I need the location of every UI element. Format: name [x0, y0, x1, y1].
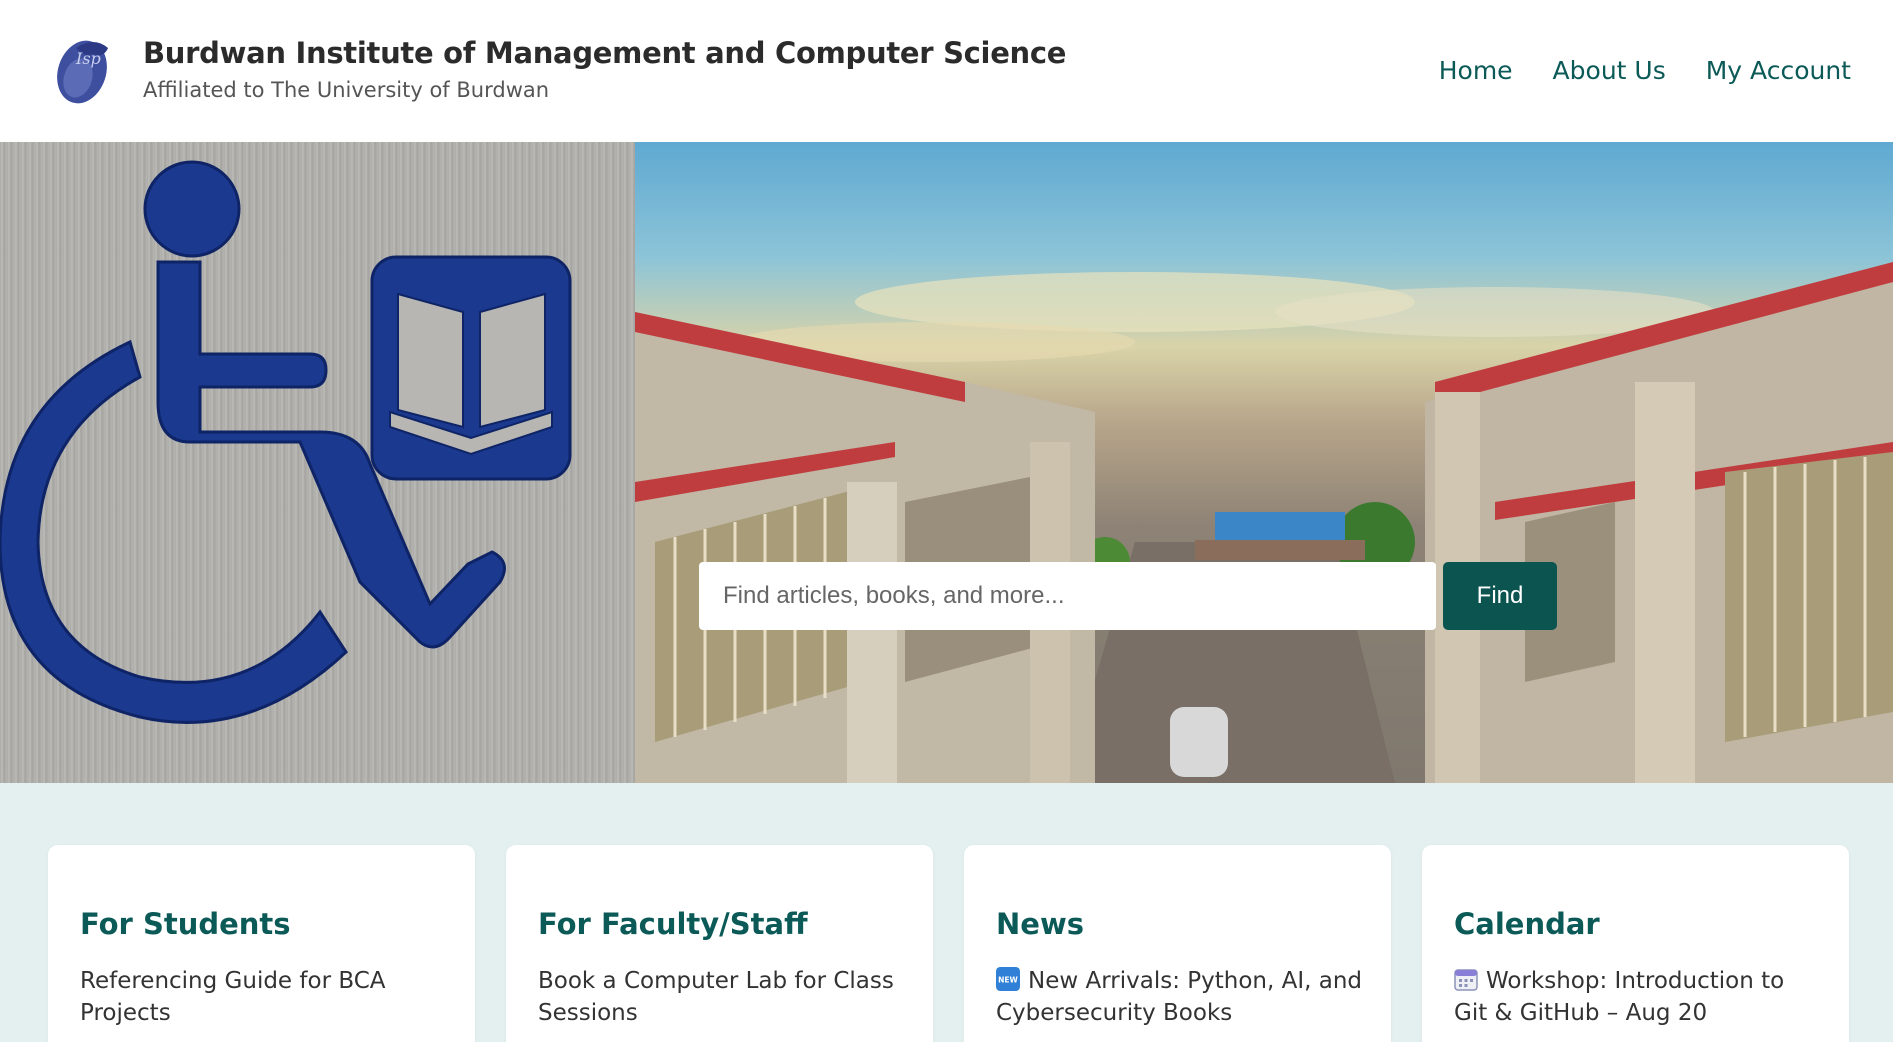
- site-header: Isp Burdwan Institute of Management and …: [0, 0, 1893, 142]
- card-for-students: For Students Referencing Guide for BCA P…: [48, 845, 475, 1042]
- new-badge-icon: NEW: [996, 967, 1020, 991]
- accessibility-panel: [0, 142, 635, 783]
- nav-about-us[interactable]: About Us: [1553, 56, 1666, 85]
- card-for-faculty-staff: For Faculty/Staff Book a Computer Lab fo…: [506, 845, 933, 1042]
- svg-text:NEW: NEW: [998, 976, 1018, 985]
- institute-name: Burdwan Institute of Management and Comp…: [143, 36, 1067, 70]
- card-link[interactable]: Book a Computer Lab for Class Sessions: [538, 965, 908, 1029]
- main-nav: Home About Us My Account: [1439, 56, 1851, 85]
- campus-scene: [635, 262, 1893, 783]
- card-calendar: Calendar Workshop: Introduction to Git &…: [1422, 845, 1849, 1042]
- nav-my-account[interactable]: My Account: [1706, 56, 1851, 85]
- hero-banner: Find: [0, 142, 1893, 783]
- search-input[interactable]: [699, 562, 1436, 630]
- svg-text:Isp: Isp: [75, 49, 101, 68]
- card-title: For Faculty/Staff: [538, 907, 808, 941]
- card-title: Calendar: [1454, 907, 1600, 941]
- quick-links-section: For Students Referencing Guide for BCA P…: [0, 783, 1893, 1042]
- affiliation-text: Affiliated to The University of Burdwan: [143, 78, 550, 102]
- card-link-text[interactable]: Book a Computer Lab for Class Sessions: [538, 968, 894, 1026]
- card-link-text[interactable]: New Arrivals: Python, AI, and Cybersecur…: [996, 968, 1362, 1026]
- search-box: [699, 562, 1436, 630]
- card-news: News NEW New Arrivals: Python, AI, and Cy…: [964, 845, 1391, 1042]
- card-link[interactable]: NEW New Arrivals: Python, AI, and Cyberse…: [996, 965, 1366, 1029]
- card-title: News: [996, 907, 1084, 941]
- find-button[interactable]: Find: [1443, 562, 1557, 630]
- card-link-text[interactable]: Referencing Guide for BCA Projects: [80, 968, 386, 1026]
- nav-home[interactable]: Home: [1439, 56, 1513, 85]
- card-link-text[interactable]: Workshop: Introduction to Git & GitHub –…: [1454, 968, 1784, 1026]
- campus-photo: [635, 142, 1893, 783]
- calendar-icon: [1454, 969, 1478, 991]
- institute-logo-icon[interactable]: Isp: [46, 28, 120, 108]
- accessibility-symbol-icon: [0, 160, 572, 724]
- card-link[interactable]: Referencing Guide for BCA Projects: [80, 965, 450, 1029]
- card-link[interactable]: Workshop: Introduction to Git & GitHub –…: [1454, 965, 1824, 1029]
- card-title: For Students: [80, 907, 291, 941]
